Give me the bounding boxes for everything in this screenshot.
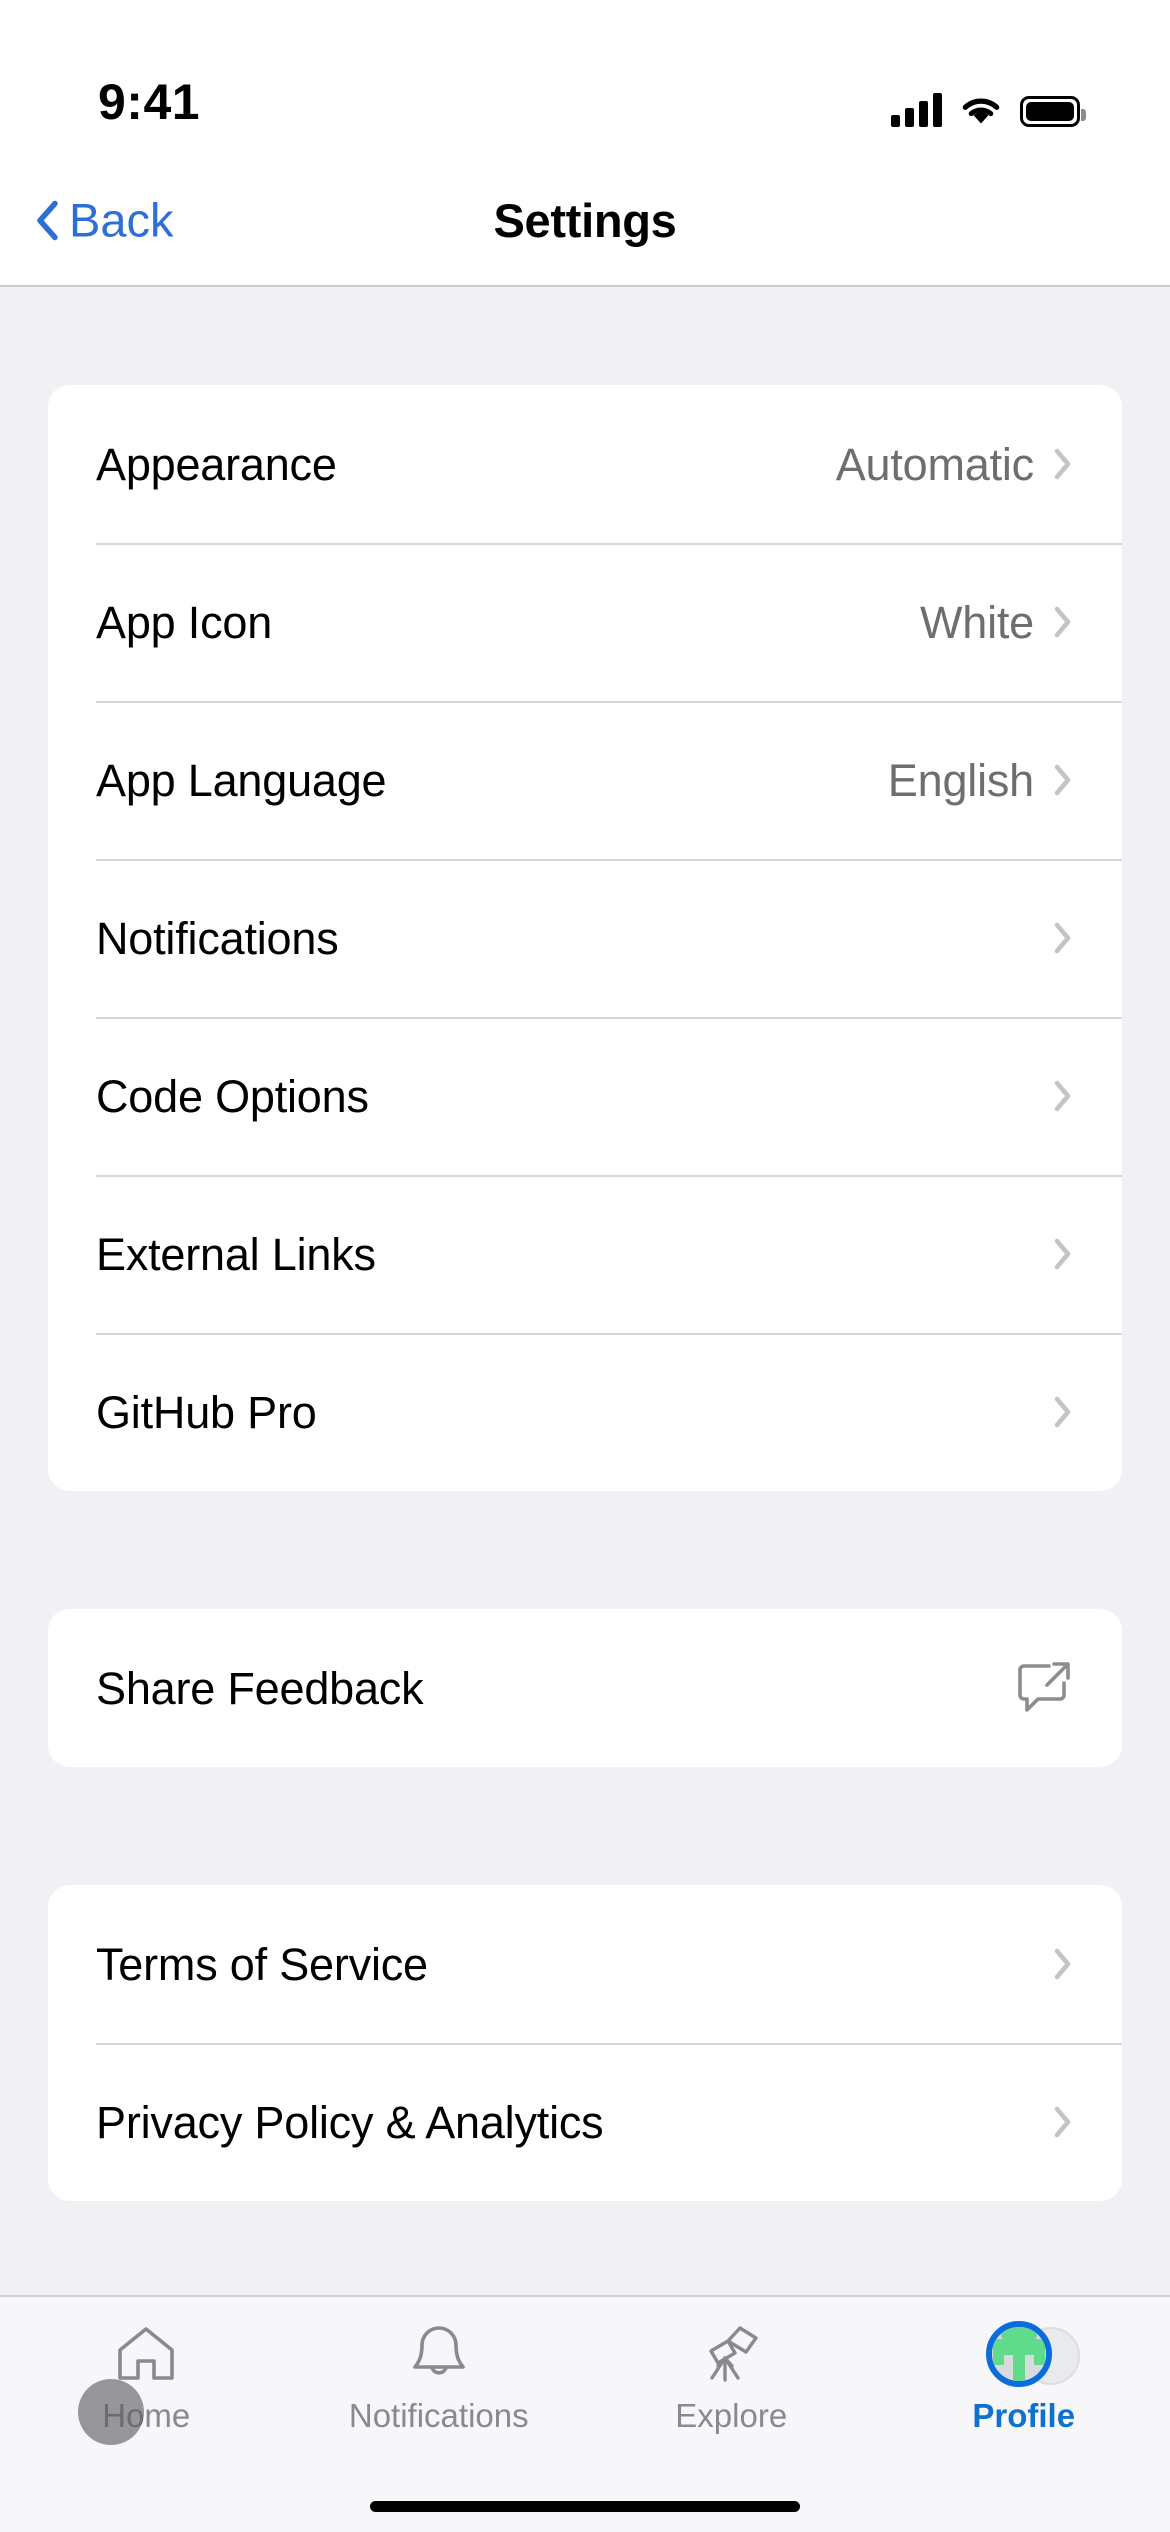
settings-scroll-content[interactable]: Appearance Automatic App Icon White App … xyxy=(0,287,1170,2295)
back-button[interactable]: Back xyxy=(22,187,188,254)
telescope-icon xyxy=(699,2323,763,2385)
home-indicator-area xyxy=(0,2480,1170,2532)
status-bar-indicators xyxy=(891,83,1086,127)
chevron-right-icon xyxy=(1054,1238,1072,1270)
settings-row-value: White xyxy=(919,596,1034,648)
tab-bar: Home Notifications Explore Profile xyxy=(0,2295,1170,2480)
settings-row-label: Terms of Service xyxy=(96,1938,428,1990)
tab-notifications[interactable]: Notifications xyxy=(293,2323,586,2432)
bell-icon xyxy=(410,2323,468,2385)
chevron-left-icon xyxy=(36,200,58,240)
battery-full-icon xyxy=(1020,96,1086,127)
tab-label: Home xyxy=(102,2397,191,2434)
status-bar-time: 9:41 xyxy=(98,74,201,130)
settings-row-notifications[interactable]: Notifications xyxy=(48,859,1122,1017)
tab-label: Profile xyxy=(972,2397,1076,2434)
settings-row-label: App Icon xyxy=(96,596,273,648)
settings-row-share-feedback[interactable]: Share Feedback xyxy=(48,1609,1122,1767)
tab-explore[interactable]: Explore xyxy=(585,2323,878,2432)
settings-section-feedback: Share Feedback xyxy=(48,1609,1122,1767)
settings-row-value: English xyxy=(887,754,1034,806)
iphone-screen: 9:41 Back Settings Appearance Automatic … xyxy=(0,0,1170,2532)
settings-row-label: External Links xyxy=(96,1228,376,1280)
settings-row-label: Share Feedback xyxy=(96,1662,424,1714)
settings-row-code-options[interactable]: Code Options xyxy=(48,1017,1122,1175)
settings-row-label: GitHub Pro xyxy=(96,1386,317,1438)
cellular-signal-icon xyxy=(891,93,942,127)
settings-row-terms-of-service[interactable]: Terms of Service xyxy=(48,1885,1122,2043)
tab-label: Explore xyxy=(675,2397,788,2434)
settings-row-github-pro[interactable]: GitHub Pro xyxy=(48,1333,1122,1491)
tab-profile[interactable]: Profile xyxy=(878,2321,1170,2434)
settings-row-value: Automatic xyxy=(835,438,1034,490)
tab-label: Notifications xyxy=(348,2397,529,2434)
chevron-right-icon xyxy=(1054,764,1072,796)
settings-row-label: Privacy Policy & Analytics xyxy=(96,2096,604,2148)
settings-section-legal: Terms of Service Privacy Policy & Analyt… xyxy=(48,1885,1122,2201)
chevron-right-icon xyxy=(1054,1080,1072,1112)
home-indicator[interactable] xyxy=(370,2500,800,2512)
status-bar: 9:41 xyxy=(0,0,1170,155)
avatar-active-ring xyxy=(985,2321,1052,2387)
avatar-icon xyxy=(985,2321,1080,2387)
chevron-right-icon xyxy=(1054,448,1072,480)
settings-row-external-links[interactable]: External Links xyxy=(48,1175,1122,1333)
wifi-icon xyxy=(959,93,1003,127)
house-icon xyxy=(115,2323,177,2385)
settings-row-label: Notifications xyxy=(96,912,339,964)
tab-home[interactable]: Home xyxy=(0,2323,293,2432)
settings-row-label: Code Options xyxy=(96,1070,369,1122)
settings-section-preferences: Appearance Automatic App Icon White App … xyxy=(48,385,1122,1491)
settings-row-label: Appearance xyxy=(96,438,337,490)
navigation-bar: Back Settings xyxy=(0,155,1170,287)
chevron-right-icon xyxy=(1054,922,1072,954)
back-button-label: Back xyxy=(69,193,174,247)
share-bubble-icon xyxy=(1016,1661,1072,1715)
chevron-right-icon xyxy=(1054,2106,1072,2138)
settings-row-app-icon[interactable]: App Icon White xyxy=(48,543,1122,701)
chevron-right-icon xyxy=(1054,606,1072,638)
settings-row-appearance[interactable]: Appearance Automatic xyxy=(48,385,1122,543)
settings-row-app-language[interactable]: App Language English xyxy=(48,701,1122,859)
settings-row-privacy-policy[interactable]: Privacy Policy & Analytics xyxy=(48,2043,1122,2201)
chevron-right-icon xyxy=(1054,1948,1072,1980)
chevron-right-icon xyxy=(1054,1396,1072,1428)
settings-row-label: App Language xyxy=(96,754,387,806)
avatar xyxy=(985,2321,1080,2387)
